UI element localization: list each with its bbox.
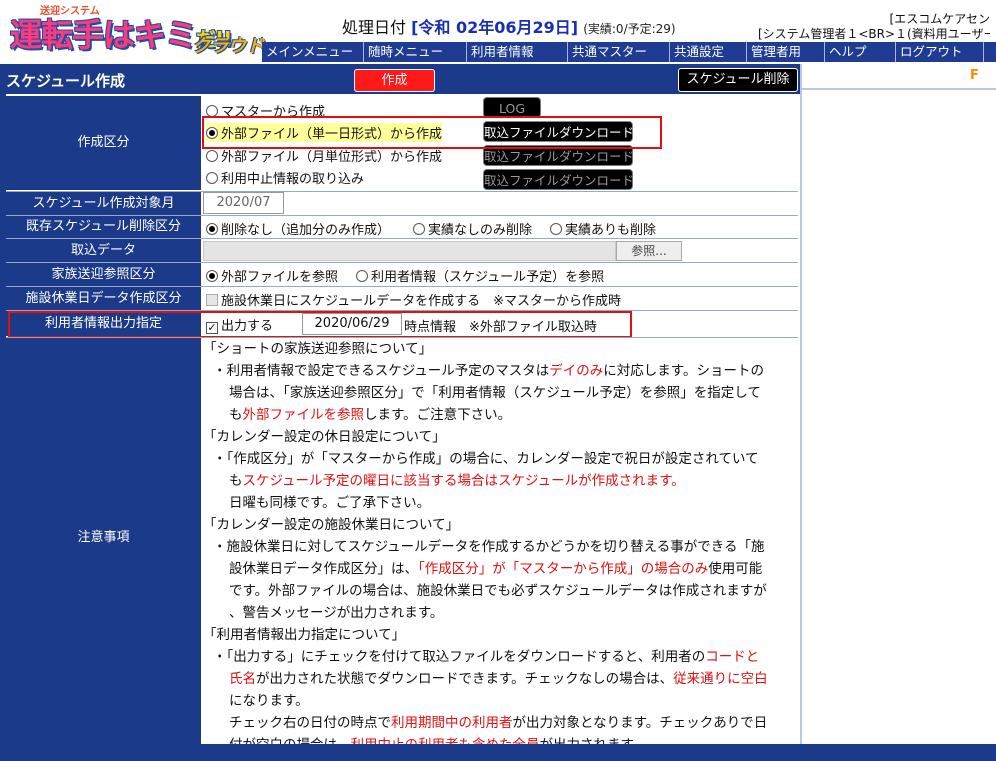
label-notes: 注意事項 (6, 338, 201, 744)
log-button[interactable]: LOG (483, 97, 541, 118)
import-file-path-field[interactable] (203, 241, 616, 261)
menu-common-settings[interactable]: 共通設定 (670, 42, 747, 62)
browse-button[interactable]: 参照... (616, 241, 682, 261)
menu-help[interactable]: ヘルプ (825, 42, 896, 62)
bottom-bar (0, 744, 996, 761)
target-month-field[interactable]: 2020/07 (203, 192, 284, 214)
radio-no-delete[interactable]: 削除なし（追加分のみ作成） (206, 219, 390, 238)
radio-icon (356, 270, 368, 282)
radio-icon (206, 172, 218, 184)
right-panel-header: F (802, 64, 996, 90)
radio-icon (550, 223, 562, 235)
main-menu-bar: メインメニュー 随時メニュー 利用者情報 共通マスター 共通設定 管理者用 ヘル… (262, 42, 996, 62)
radio-ref-external[interactable]: 外部ファイルを参照 (206, 266, 338, 285)
processing-date: 処理日付 [令和 02年06月29日] (実績:0/予定:29) (342, 18, 676, 37)
notes-section: 「ショートの家族送迎参照について」 ・利用者情報で設定できるスケジュール予定のマ… (203, 341, 768, 753)
label-target-month: スケジュール作成対象月 (6, 192, 201, 215)
delete-schedule-button[interactable]: スケジュール削除 (678, 68, 798, 92)
radio-ref-user-info[interactable]: 利用者情報（スケジュール予定）を参照 (356, 266, 604, 285)
menu-user-info[interactable]: 利用者情報 (467, 42, 568, 62)
checkbox-holiday-data[interactable]: 施設休業日にスケジュールデータを作成する ※マスターから作成時 (206, 290, 621, 309)
highlight-box-user-output (8, 311, 632, 338)
download-suspension-button[interactable]: 取込ファイルダウンロード (483, 169, 634, 190)
menu-main[interactable]: メインメニュー (262, 42, 364, 62)
logo-cloud-text: クラウド (192, 36, 264, 57)
schedule-stats: (実績:0/予定:29) (583, 22, 676, 36)
user-info: [システム管理者１<BR>１(資料用ユーザー (758, 27, 990, 41)
radio-icon (206, 270, 218, 282)
app-logo[interactable]: 送迎システム 運転手はキミだ!! クラウド (4, 2, 264, 62)
label-holiday-data: 施設休業日データ作成区分 (6, 287, 201, 310)
menu-adhoc[interactable]: 随時メニュー (364, 42, 467, 62)
label-create-type: 作成区分 (6, 96, 201, 190)
menu-common-master[interactable]: 共通マスター (568, 42, 670, 62)
label-delete-type: 既存スケジュール削除区分 (6, 216, 201, 238)
radio-delete-with-record[interactable]: 実績ありも削除 (550, 219, 656, 238)
label-family-ref: 家族送迎参照区分 (6, 263, 201, 286)
checkbox-icon (206, 294, 218, 306)
radio-icon (413, 223, 425, 235)
radio-icon (206, 150, 218, 162)
right-panel-mark: F (970, 68, 979, 83)
create-button[interactable]: 作成 (354, 69, 435, 92)
processing-date-value: [令和 02年06月29日] (411, 18, 579, 37)
highlight-box-create-type (202, 116, 662, 149)
label-import-data: 取込データ (6, 239, 201, 262)
radio-import-suspension[interactable]: 利用中止情報の取り込み (206, 168, 364, 187)
page-title: スケジュール作成 (6, 72, 125, 90)
menu-admin[interactable]: 管理者用 (747, 42, 825, 62)
radio-delete-no-record[interactable]: 実績なしのみ削除 (413, 219, 532, 238)
radio-icon (206, 223, 218, 235)
menu-logout[interactable]: ログアウト (896, 42, 984, 62)
right-panel: F (800, 64, 996, 761)
